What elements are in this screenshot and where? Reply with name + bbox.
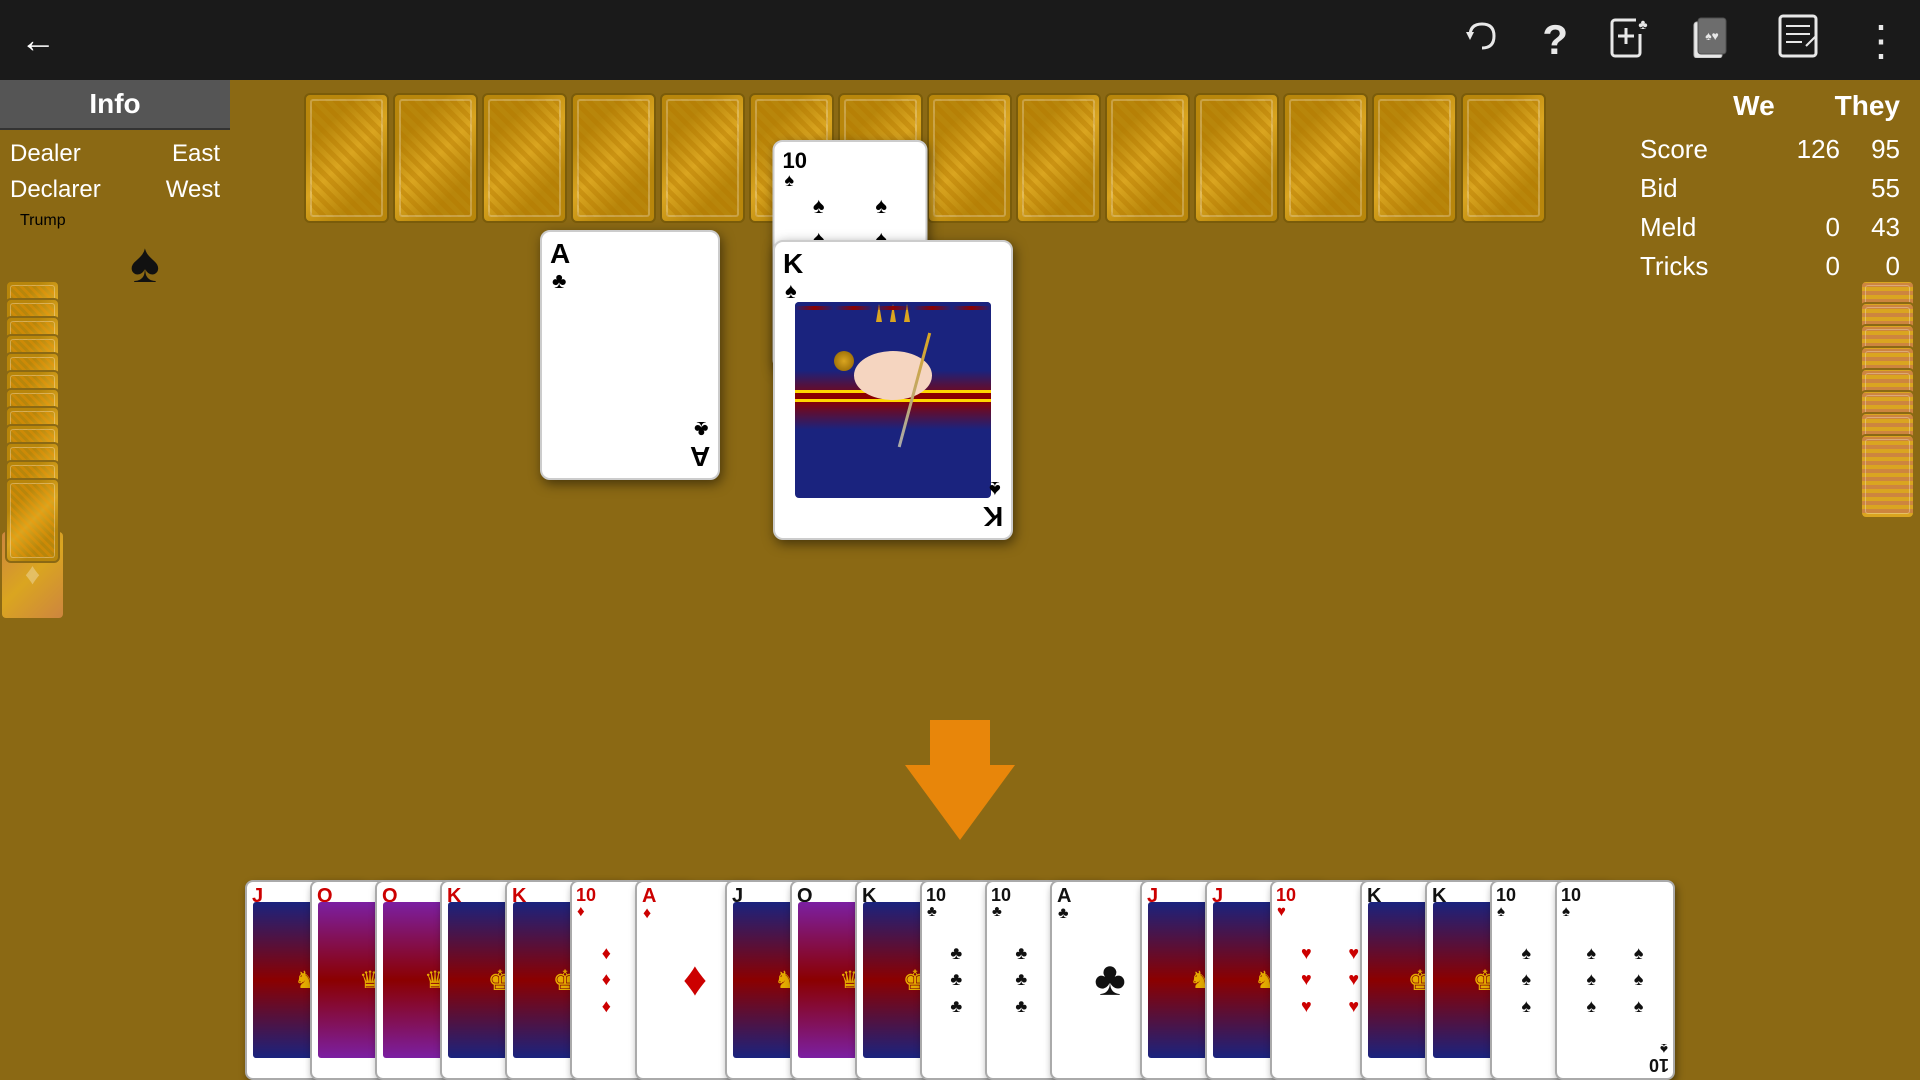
meld-they: 43 [1840,212,1900,243]
meld-label: Meld [1640,212,1780,243]
trump-suit-icon: ♠ [10,230,220,295]
east-hand-area [1850,280,1920,660]
score-label: Score [1640,134,1780,165]
declarer-label: Declarer [10,176,101,204]
west-played-card[interactable]: A ♣ A ♣ [540,230,720,480]
back-button[interactable]: ← [20,19,56,61]
score-header: We They [1640,90,1900,122]
score-they: 95 [1840,134,1900,165]
they-header: They [1835,90,1900,122]
more-button[interactable]: ⋮ [1860,16,1900,65]
undo-button[interactable] [1462,16,1502,65]
bid-they: 55 [1840,173,1900,204]
deck-button[interactable]: ♠♥ [1692,14,1736,67]
hand-card-19[interactable]: 10 ♠ ♠ ♠ ♠ ♠ ♠ ♠ 10 ♠ [1555,880,1675,1080]
add-card-button[interactable]: ♣ [1608,14,1652,67]
dealer-row: Dealer East [10,136,220,172]
declarer-row: Declarer West [10,172,220,208]
tricks-we: 0 [1780,251,1840,282]
notes-button[interactable] [1776,14,1820,67]
info-panel: Info Dealer East Declarer West Trump ♠ [0,80,230,301]
bid-row: Bid 55 [1640,169,1900,208]
score-row: Score 126 95 [1640,130,1900,169]
bid-we [1780,173,1840,204]
declarer-value: West [166,176,220,204]
bid-label: Bid [1640,173,1780,204]
south-hand-area: J ♦ ♞ J ♦ Q ♦ ♛ Q ♦ Q ♦ ♛ [0,860,1920,1080]
dealer-label: Dealer [10,140,81,168]
east-card-7 [1860,434,1915,519]
help-button[interactable]: ? [1542,16,1568,64]
svg-text:♠♥: ♠♥ [1705,29,1719,43]
score-we: 126 [1780,134,1840,165]
turn-indicator [905,720,1015,840]
toolbar: ← ? ♣ ♠♥ [0,0,1920,80]
tricks-they: 0 [1840,251,1900,282]
score-panel: We They Score 126 95 Bid 55 Meld 0 43 Tr… [1620,80,1920,296]
info-title: Info [0,80,230,130]
meld-row: Meld 0 43 [1640,208,1900,247]
dealer-value: East [172,140,220,168]
trump-row: Trump [10,208,220,230]
we-header: We [1733,90,1775,122]
tricks-row: Tricks 0 0 [1640,247,1900,286]
svg-text:♣: ♣ [1638,16,1647,32]
west-card-11 [5,478,60,563]
tricks-label: Tricks [1640,251,1780,282]
trump-label: Trump [20,212,66,230]
west-hand-area [0,280,70,660]
meld-we: 0 [1780,212,1840,243]
east-played-card[interactable]: K ♠ [773,240,1013,540]
